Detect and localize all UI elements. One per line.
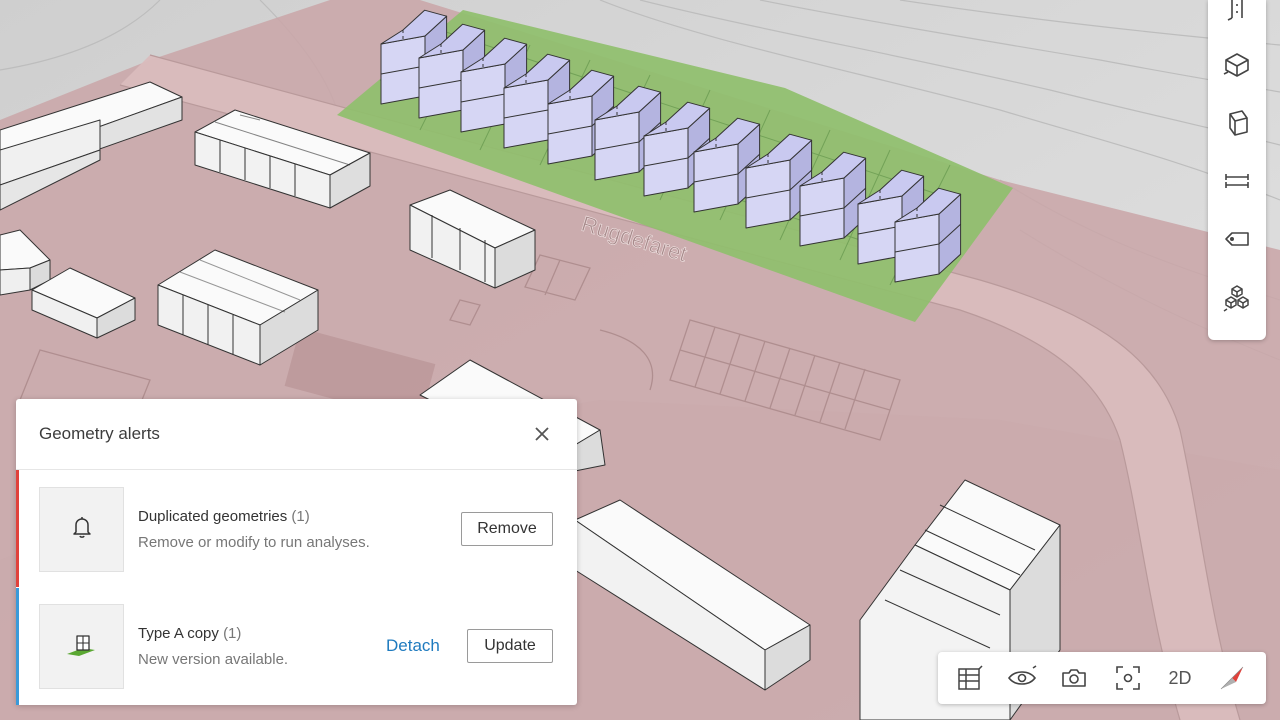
- alert-title-text: Type A copy: [138, 625, 219, 642]
- ruler-icon[interactable]: [1217, 0, 1257, 30]
- alert-count: (1): [223, 625, 242, 642]
- compass-icon[interactable]: [1214, 660, 1250, 696]
- alert-severity-stripe: [16, 588, 19, 705]
- detach-button[interactable]: Detach: [386, 636, 440, 656]
- eye-icon[interactable]: [1004, 660, 1040, 696]
- building-type-icon: [65, 630, 99, 663]
- alert-thumbnail: [39, 604, 124, 689]
- alert-severity-stripe: [16, 470, 19, 587]
- alert-count: (1): [291, 508, 310, 525]
- close-icon[interactable]: [531, 423, 553, 445]
- geometry-alerts-panel: Geometry alerts Duplicated geometries (1…: [16, 399, 577, 705]
- stack-cubes-icon[interactable]: [1217, 278, 1257, 318]
- mode-2d-button[interactable]: 2D: [1162, 660, 1198, 696]
- panel-header: Geometry alerts: [16, 399, 577, 470]
- alert-type-a-copy: Type A copy (1) New version available. D…: [16, 588, 577, 705]
- panel-title: Geometry alerts: [39, 424, 160, 443]
- alert-title-text: Duplicated geometries: [138, 508, 288, 525]
- dimension-icon[interactable]: [1217, 161, 1257, 201]
- update-button[interactable]: Update: [467, 629, 553, 663]
- layers-icon[interactable]: [952, 660, 988, 696]
- alert-title: Duplicated geometries (1): [138, 508, 310, 525]
- view-tools-toolbar: [1208, 0, 1266, 340]
- remove-button[interactable]: Remove: [461, 512, 553, 546]
- focus-icon[interactable]: [1110, 660, 1146, 696]
- alert-duplicated-geometries: Duplicated geometries (1) Remove or modi…: [16, 470, 577, 587]
- alert-thumbnail: [39, 487, 124, 572]
- alert-description: New version available.: [138, 651, 289, 668]
- label-tag-icon[interactable]: [1217, 219, 1257, 259]
- extrude-icon[interactable]: [1217, 103, 1257, 143]
- alert-description: Remove or modify to run analyses.: [138, 534, 370, 551]
- camera-icon[interactable]: [1056, 660, 1092, 696]
- box-view-icon[interactable]: [1217, 45, 1257, 85]
- bottom-view-toolbar: 2D: [938, 652, 1266, 704]
- bell-icon: [71, 515, 93, 544]
- alert-title: Type A copy (1): [138, 625, 241, 642]
